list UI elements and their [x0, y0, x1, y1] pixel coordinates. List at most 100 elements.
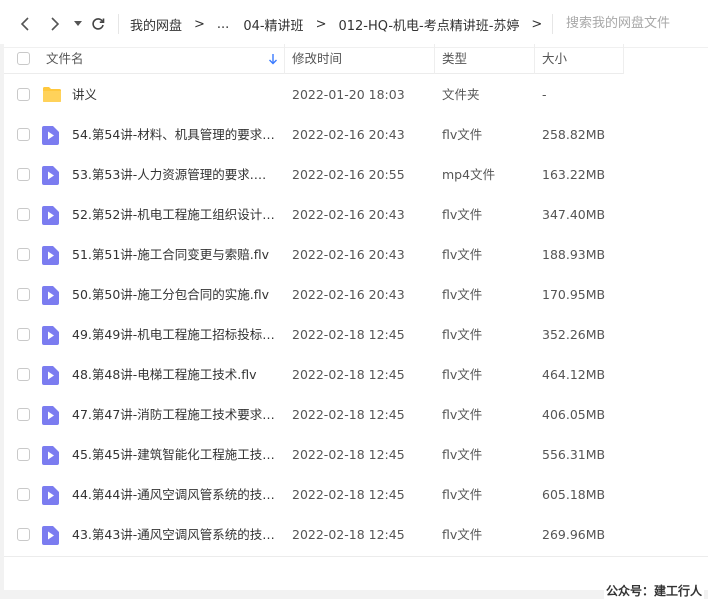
video-file-icon [42, 446, 59, 465]
file-type: flv文件 [442, 527, 483, 542]
file-modified: 2022-02-18 12:45 [292, 527, 405, 542]
chevron-left-icon [20, 17, 29, 31]
breadcrumb-separator: > [315, 16, 327, 32]
file-name[interactable]: 48.第48讲-电梯工程施工技术.flv [72, 355, 257, 395]
breadcrumb-item-root[interactable]: 我的网盘 [130, 15, 182, 34]
caret-down-icon [74, 21, 82, 26]
file-modified: 2022-02-18 12:45 [292, 447, 405, 462]
video-file-icon [42, 366, 59, 385]
row-checkbox[interactable] [17, 488, 30, 501]
column-header-type[interactable]: 类型 [442, 44, 467, 74]
file-name[interactable]: 44.第44讲-通风空调风管系统的技术... [72, 475, 278, 515]
file-modified: 2022-02-18 12:45 [292, 407, 405, 422]
file-type: mp4文件 [442, 167, 496, 182]
column-divider[interactable] [623, 44, 624, 74]
refresh-button[interactable] [88, 14, 108, 34]
breadcrumb-item-folder[interactable]: 04-精讲班 [243, 15, 303, 34]
file-name[interactable]: 50.第50讲-施工分包合同的实施.flv [72, 275, 269, 315]
refresh-icon [92, 18, 105, 30]
column-header-modified[interactable]: 修改时间 [292, 44, 342, 74]
row-checkbox[interactable] [17, 448, 30, 461]
file-name[interactable]: 47.第47讲-消防工程施工技术要求.flv [72, 395, 278, 435]
row-checkbox[interactable] [17, 208, 30, 221]
column-divider[interactable] [534, 44, 535, 74]
file-type: flv文件 [442, 207, 483, 222]
folder-icon [43, 87, 61, 102]
table-row[interactable]: 51.第51讲-施工合同变更与索赔.flv 2022-02-16 20:43 f… [4, 235, 708, 275]
table-row[interactable]: 53.第53讲-人力资源管理的要求.mp4 2022-02-16 20:55 m… [4, 155, 708, 195]
row-checkbox[interactable] [17, 168, 30, 181]
video-file-icon [42, 326, 59, 345]
file-size: 605.18MB [542, 487, 606, 502]
table-row[interactable]: 54.第54讲-材料、机具管理的要求.flv 2022-02-16 20:43 … [4, 115, 708, 155]
table-row[interactable]: 44.第44讲-通风空调风管系统的技术... 2022-02-18 12:45 … [4, 475, 708, 515]
file-type: flv文件 [442, 367, 483, 382]
table-row[interactable]: 47.第47讲-消防工程施工技术要求.flv 2022-02-18 12:45 … [4, 395, 708, 435]
table-row[interactable]: 48.第48讲-电梯工程施工技术.flv 2022-02-18 12:45 fl… [4, 355, 708, 395]
file-modified: 2022-02-18 12:45 [292, 367, 405, 382]
table-row[interactable]: 45.第45讲-建筑智能化工程施工技术... 2022-02-18 12:45 … [4, 435, 708, 475]
file-type: flv文件 [442, 407, 483, 422]
file-modified: 2022-02-18 12:45 [292, 487, 405, 502]
row-checkbox[interactable] [17, 128, 30, 141]
table-row[interactable]: 讲义 2022-01-20 18:03 文件夹 - [4, 75, 708, 115]
video-file-icon [42, 166, 59, 185]
row-checkbox[interactable] [17, 328, 30, 341]
column-header-name[interactable]: 文件名 [46, 44, 84, 74]
file-name[interactable]: 51.第51讲-施工合同变更与索赔.flv [72, 235, 269, 275]
column-divider[interactable] [284, 44, 285, 74]
file-modified: 2022-02-18 12:45 [292, 327, 405, 342]
video-file-icon [42, 246, 59, 265]
row-checkbox[interactable] [17, 288, 30, 301]
row-checkbox[interactable] [17, 528, 30, 541]
divider [118, 14, 119, 34]
forward-button[interactable] [45, 14, 65, 34]
table-row[interactable]: 49.第49讲-机电工程施工招标投标管... 2022-02-18 12:45 … [4, 315, 708, 355]
table-row[interactable]: 52.第52讲-机电工程施工组织设计.flv 2022-02-16 20:43 … [4, 195, 708, 235]
table-row[interactable]: 43.第43讲-通风空调风管系统的技术... 2022-02-18 12:45 … [4, 515, 708, 555]
file-name[interactable]: 43.第43讲-通风空调风管系统的技术... [72, 515, 278, 555]
column-divider[interactable] [434, 44, 435, 74]
file-type: flv文件 [442, 127, 483, 142]
row-checkbox[interactable] [17, 248, 30, 261]
table-row[interactable]: 50.第50讲-施工分包合同的实施.flv 2022-02-16 20:43 f… [4, 275, 708, 315]
file-size: 347.40MB [542, 207, 606, 222]
row-checkbox[interactable] [17, 88, 30, 101]
breadcrumb: 我的网盘 > ... 04-精讲班 > 012-HQ-机电-考点精讲班-苏婷 > [130, 0, 542, 48]
select-all-checkbox[interactable] [17, 52, 30, 65]
file-modified: 2022-02-16 20:55 [292, 167, 405, 182]
video-file-icon [42, 206, 59, 225]
sort-down-arrow-icon[interactable] [268, 53, 278, 65]
history-dropdown-button[interactable] [71, 14, 85, 34]
video-file-icon [42, 526, 59, 545]
file-name[interactable]: 52.第52讲-机电工程施工组织设计.flv [72, 195, 278, 235]
top-navigation-bar: 我的网盘 > ... 04-精讲班 > 012-HQ-机电-考点精讲班-苏婷 > [0, 0, 708, 48]
breadcrumb-separator: > [194, 16, 205, 32]
file-name[interactable]: 54.第54讲-材料、机具管理的要求.flv [72, 115, 278, 155]
file-size: 352.26MB [542, 327, 606, 342]
file-name[interactable]: 45.第45讲-建筑智能化工程施工技术... [72, 435, 278, 475]
file-type: flv文件 [442, 327, 483, 342]
file-type: flv文件 [442, 287, 483, 302]
file-name[interactable]: 讲义 [72, 75, 97, 115]
search-input[interactable] [566, 14, 706, 34]
table-header: 文件名 修改时间 类型 大小 [4, 44, 624, 74]
file-size: 188.93MB [542, 247, 606, 262]
list-bottom-border [4, 556, 708, 557]
file-name[interactable]: 53.第53讲-人力资源管理的要求.mp4 [72, 155, 278, 195]
breadcrumb-item-ellipsis[interactable]: ... [217, 17, 229, 32]
file-modified: 2022-02-16 20:43 [292, 287, 405, 302]
back-button[interactable] [15, 14, 35, 34]
breadcrumb-item-current[interactable]: 012-HQ-机电-考点精讲班-苏婷 [338, 15, 519, 34]
row-checkbox[interactable] [17, 408, 30, 421]
row-checkbox[interactable] [17, 368, 30, 381]
column-header-size[interactable]: 大小 [542, 44, 567, 74]
file-type: flv文件 [442, 447, 483, 462]
file-type: flv文件 [442, 247, 483, 262]
file-modified: 2022-02-16 20:43 [292, 207, 405, 222]
file-size: 556.31MB [542, 447, 606, 462]
file-name[interactable]: 49.第49讲-机电工程施工招标投标管... [72, 315, 278, 355]
file-modified: 2022-02-16 20:43 [292, 247, 405, 262]
file-size: 163.22MB [542, 167, 606, 182]
video-file-icon [42, 486, 59, 505]
